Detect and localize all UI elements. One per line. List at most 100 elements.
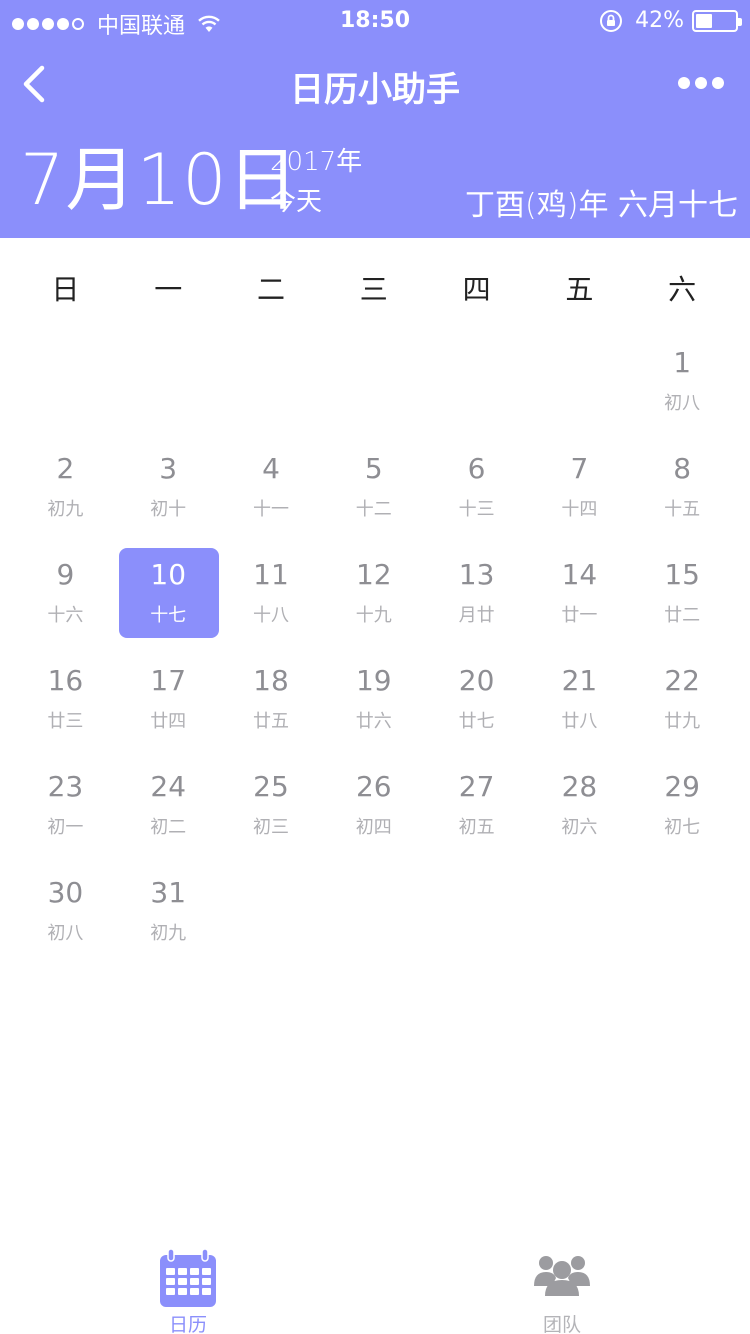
day-number: 10 <box>150 558 187 591</box>
lunar-day: 十一 <box>252 499 289 520</box>
week-row: 9 十六 10 十七 11 十八 12 十九 13 月廿 14 廿一 15 廿二 <box>14 548 734 654</box>
lunar-day: 十三 <box>458 499 495 520</box>
empty-day-cell <box>322 336 425 442</box>
day-number: 30 <box>47 876 84 909</box>
day-cell[interactable]: 27 初五 <box>425 760 528 866</box>
empty-day-cell <box>528 866 631 972</box>
day-number: 22 <box>664 664 700 697</box>
empty-day-cell <box>425 336 528 442</box>
lunar-day: 十九 <box>355 605 392 626</box>
tab-team-label: 团队 <box>542 1314 581 1334</box>
day-number: 15 <box>664 558 700 591</box>
day-number: 4 <box>262 452 280 485</box>
day-cell[interactable]: 16 廿三 <box>14 654 117 760</box>
lunar-day: 初八 <box>664 393 701 414</box>
tab-team[interactable]: 团队 <box>502 1244 622 1334</box>
lunar-day: 初九 <box>47 499 84 520</box>
day-cell[interactable]: 20 廿七 <box>425 654 528 760</box>
more-icon[interactable] <box>678 70 724 96</box>
lunar-day: 廿六 <box>355 711 392 732</box>
weekday-label: 五 <box>565 273 594 306</box>
day-cell[interactable]: 3 初十 <box>117 442 220 548</box>
week-row: 23 初一 24 初二 25 初三 26 初四 27 初五 28 初六 29 初七 <box>14 760 734 866</box>
day-number: 14 <box>561 558 598 591</box>
day-cell[interactable]: 30 初八 <box>14 866 117 972</box>
day-cell[interactable]: 15 廿二 <box>631 548 734 654</box>
lunar-day: 十五 <box>664 499 701 520</box>
empty-day-cell <box>220 866 323 972</box>
lunar-day: 廿九 <box>664 711 701 732</box>
day-cell[interactable]: 9 十六 <box>14 548 117 654</box>
day-number: 12 <box>355 558 392 591</box>
day-number: 3 <box>159 452 178 485</box>
empty-day-cell <box>425 866 528 972</box>
day-cell[interactable]: 8 十五 <box>631 442 734 548</box>
lunar-day: 廿三 <box>47 711 84 732</box>
day-cell[interactable]: 26 初四 <box>322 760 425 866</box>
week-row: 1 初八 <box>14 336 734 442</box>
lunar-day: 廿八 <box>561 711 598 732</box>
day-cell[interactable]: 14 廿一 <box>528 548 631 654</box>
tab-bar: 日历 团队 <box>0 1234 750 1334</box>
lunar-day: 廿一 <box>561 605 598 626</box>
day-cell[interactable]: 2 初九 <box>14 442 117 548</box>
lunar-day: 初五 <box>458 817 495 838</box>
weekday-label: 四 <box>462 273 491 306</box>
day-cell[interactable]: 31 初九 <box>117 866 220 972</box>
day-number: 8 <box>673 452 692 485</box>
day-cell[interactable]: 12 十九 <box>322 548 425 654</box>
empty-day-cell <box>528 336 631 442</box>
lunar-day: 初六 <box>561 817 598 838</box>
day-cell[interactable]: 24 初二 <box>117 760 220 866</box>
header: 中国联通 18:50 42% 日历小助手 7月10日 2017年 今天 丁酉(鸡… <box>0 0 750 238</box>
day-cell[interactable]: 23 初一 <box>14 760 117 866</box>
day-cell[interactable]: 6 十三 <box>425 442 528 548</box>
lunar-day: 十四 <box>561 499 598 520</box>
day-cell[interactable]: 1 初八 <box>631 336 734 442</box>
day-number: 5 <box>364 452 383 485</box>
day-cell[interactable]: 19 廿六 <box>322 654 425 760</box>
week-row: 30 初八 31 初九 <box>14 866 734 972</box>
lunar-day: 初八 <box>47 923 84 944</box>
today-year: 2017年 <box>270 147 363 177</box>
day-number: 23 <box>47 770 84 803</box>
day-cell[interactable]: 22 廿九 <box>631 654 734 760</box>
lunar-day: 十八 <box>252 605 289 626</box>
empty-day-cell <box>220 336 323 442</box>
day-number: 13 <box>458 558 495 591</box>
weekday-label: 六 <box>668 273 697 306</box>
today-label: 今天 <box>270 187 323 217</box>
lunar-day: 十七 <box>150 605 187 626</box>
weekday-label: 一 <box>154 273 183 306</box>
lunar-day: 初二 <box>150 817 187 838</box>
day-cell[interactable]: 18 廿五 <box>220 654 323 760</box>
page-title: 日历小助手 <box>290 70 460 110</box>
team-icon <box>534 1256 590 1296</box>
day-number: 20 <box>458 664 495 697</box>
day-cell[interactable]: 28 初六 <box>528 760 631 866</box>
status-right: 42% <box>599 8 742 33</box>
lunar-day: 初十 <box>150 499 187 520</box>
lunar-day: 廿二 <box>664 605 701 626</box>
day-number: 28 <box>561 770 598 803</box>
day-number: 11 <box>253 558 289 591</box>
day-cell-selected[interactable]: 10 十七 <box>117 548 220 654</box>
day-cell[interactable]: 11 十八 <box>220 548 323 654</box>
weekday-header: 日一二三四五六 <box>14 268 734 308</box>
day-number: 18 <box>253 664 289 697</box>
battery-fill <box>696 13 712 28</box>
day-cell[interactable]: 7 十四 <box>528 442 631 548</box>
weekday-label: 三 <box>359 273 388 306</box>
rotation-lock-icon <box>600 9 623 32</box>
day-cell[interactable]: 25 初三 <box>220 760 323 866</box>
day-number: 25 <box>253 770 289 803</box>
battery-percent: 42% <box>635 8 684 33</box>
day-number: 9 <box>56 558 75 591</box>
day-cell[interactable]: 21 廿八 <box>528 654 631 760</box>
day-cell[interactable]: 17 廿四 <box>117 654 220 760</box>
day-cell[interactable]: 4 十一 <box>220 442 323 548</box>
day-cell[interactable]: 13 月廿 <box>425 548 528 654</box>
day-cell[interactable]: 29 初七 <box>631 760 734 866</box>
day-cell[interactable]: 5 十二 <box>322 442 425 548</box>
tab-calendar[interactable]: 日历 <box>128 1244 248 1334</box>
